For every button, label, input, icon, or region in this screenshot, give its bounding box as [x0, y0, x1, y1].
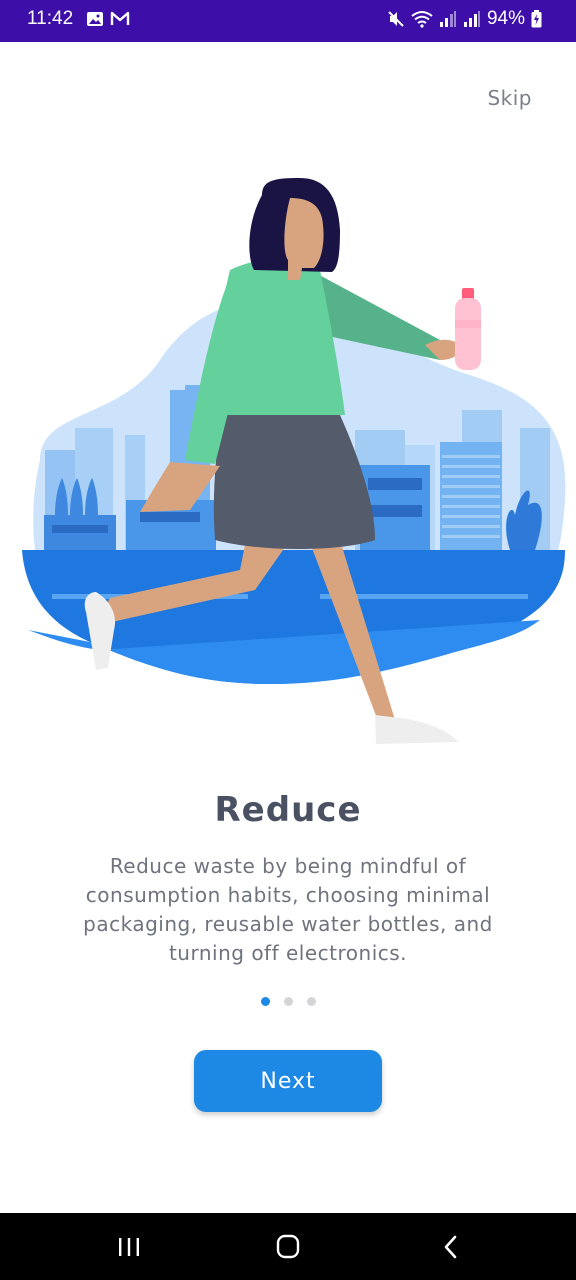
back-icon[interactable]: [436, 1233, 466, 1261]
page-dot[interactable]: [306, 997, 316, 1006]
wifi-icon: [411, 11, 433, 28]
home-icon[interactable]: [273, 1233, 303, 1261]
next-button[interactable]: Next: [194, 1050, 382, 1112]
mute-icon: [388, 11, 404, 27]
battery-charging-icon: [531, 10, 542, 28]
page-description: Reduce waste by being mindful of consump…: [83, 854, 493, 965]
onboarding-illustration: [22, 178, 566, 744]
page-dot[interactable]: [283, 997, 293, 1006]
status-bar: 11:42 94%: [0, 0, 576, 42]
skip-button[interactable]: Skip: [487, 86, 532, 110]
battery-level: 94%: [486, 8, 525, 29]
signal-icon: [463, 11, 480, 27]
gmail-icon: [110, 11, 130, 25]
status-time: 11:42: [27, 8, 74, 29]
recent-apps-icon[interactable]: [114, 1233, 144, 1261]
page-dot-active[interactable]: [260, 997, 270, 1006]
page-indicator: [0, 997, 576, 1006]
signal-icon: [439, 11, 456, 27]
page-title: Reduce: [214, 790, 362, 830]
navigation-bar: [0, 1213, 576, 1280]
image-icon: [87, 12, 103, 26]
